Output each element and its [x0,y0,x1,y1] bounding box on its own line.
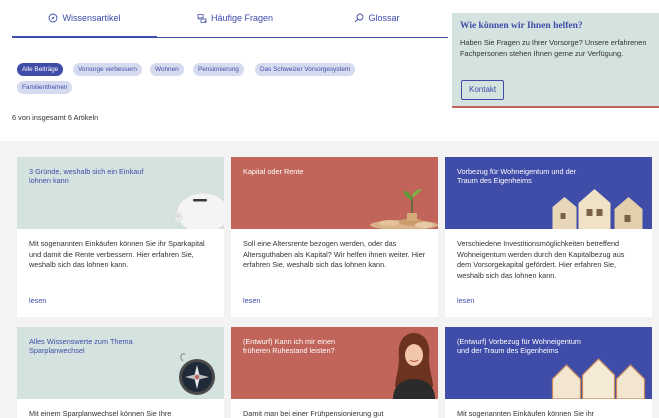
filter-vorsorge-verbessern[interactable]: Vorsorge verbessern [73,63,142,76]
card-title: Alles Wissenswerte zum Thema Sparplanwec… [29,337,133,355]
read-link[interactable]: lesen [457,296,474,305]
card-text: Mit sogenannten Einkäufen können Sie ihr… [29,239,205,269]
compass-illustration-icon [179,353,215,395]
card-text: Damit man bei einer Frühpensionierung gu… [243,409,384,418]
read-link[interactable]: lesen [29,296,46,305]
card-title: (Entwurf) Vorbezug für Wohneigentum und … [457,337,581,355]
article-card[interactable]: 3 Gründe, weshalb sich ein Einkauf lohne… [17,157,224,317]
help-text: Haben Sie Fragen zu Ihrer Vorsorge? Unse… [460,38,647,58]
card-text: Soll eine Altersrente bezogen werden, od… [243,239,426,269]
filter-schweizer-vorsorgesystem[interactable]: Das Schweizer Vorsorgesystem [255,63,356,76]
filter-wohnen[interactable]: Wohnen [150,63,184,76]
read-link[interactable]: lesen [243,296,260,305]
contact-button[interactable]: Kontakt [461,80,505,100]
card-text: Mit sogenannten Einkäufen können Sie ihr [457,409,595,418]
tab-label: Häufige Fragen [210,13,274,23]
tab-haeufige-fragen[interactable]: Häufige Fragen [180,13,290,38]
magnifier-icon [355,13,364,23]
article-card[interactable]: (Entwurf) Kann ich mir einen früheren Ru… [231,327,438,418]
article-count: 6 von insgesamt 6 Artikeln [12,113,99,122]
filter-familienthemen[interactable]: Familienthemen [17,81,73,94]
filter-pensionierung[interactable]: Pensionierung [193,63,244,76]
coins-plant-icon [370,189,438,229]
wooden-houses-icon [551,358,646,399]
article-card[interactable]: (Entwurf) Vorbezug für Wohneigentum und … [445,327,652,418]
card-title: Vorbezug für Wohneigentum und der Traum … [457,167,577,185]
tab-wissensartikel[interactable]: Wissensartikel [12,13,157,38]
tab-underline [12,37,448,38]
help-box: Wie können wir Ihnen helfen? Haben Sie F… [452,13,659,108]
chat-bubbles-icon [197,14,207,23]
filter-alle-beitraege[interactable]: Alle Beiträge [17,63,64,76]
tab-label: Wissensartikel [62,13,121,23]
wooden-houses-icon [552,189,643,229]
card-text: Mit einem Sparplanwechsel können Sie Ihr… [29,409,172,418]
article-card[interactable]: Vorbezug für Wohneigentum und der Traum … [445,157,652,317]
card-header: (Entwurf) Kann ich mir einen früheren Ru… [231,327,438,399]
card-header: (Entwurf) Vorbezug für Wohneigentum und … [445,327,652,399]
card-title: (Entwurf) Kann ich mir einen früheren Ru… [243,337,336,355]
card-text: Verschiedene Investitionsmöglichkeiten b… [457,239,625,280]
article-grid: 3 Gründe, weshalb sich ein Einkauf lohne… [0,141,659,418]
tab-glossar[interactable]: Glossar [342,13,412,38]
card-title: Kapital oder Rente [243,167,304,176]
article-card[interactable]: Kapital oder Rente Soll eine Altersrente… [231,157,438,317]
card-title: 3 Gründe, weshalb sich ein Einkauf lohne… [29,167,144,185]
woman-portrait-icon [393,333,435,399]
card-header: Alles Wissenswerte zum Thema Sparplanwec… [17,327,224,399]
card-header: Kapital oder Rente [231,157,438,229]
piggy-bank-icon [175,192,224,229]
help-title: Wie können wir Ihnen helfen? [460,21,583,31]
compass-icon [49,13,58,23]
tab-bar: Wissensartikel Häufige Fragen Glossar [12,13,448,38]
card-header: 3 Gründe, weshalb sich ein Einkauf lohne… [17,157,224,229]
article-card[interactable]: Alles Wissenswerte zum Thema Sparplanwec… [17,327,224,418]
tab-label: Glossar [368,13,400,23]
card-header: Vorbezug für Wohneigentum und der Traum … [445,157,652,229]
